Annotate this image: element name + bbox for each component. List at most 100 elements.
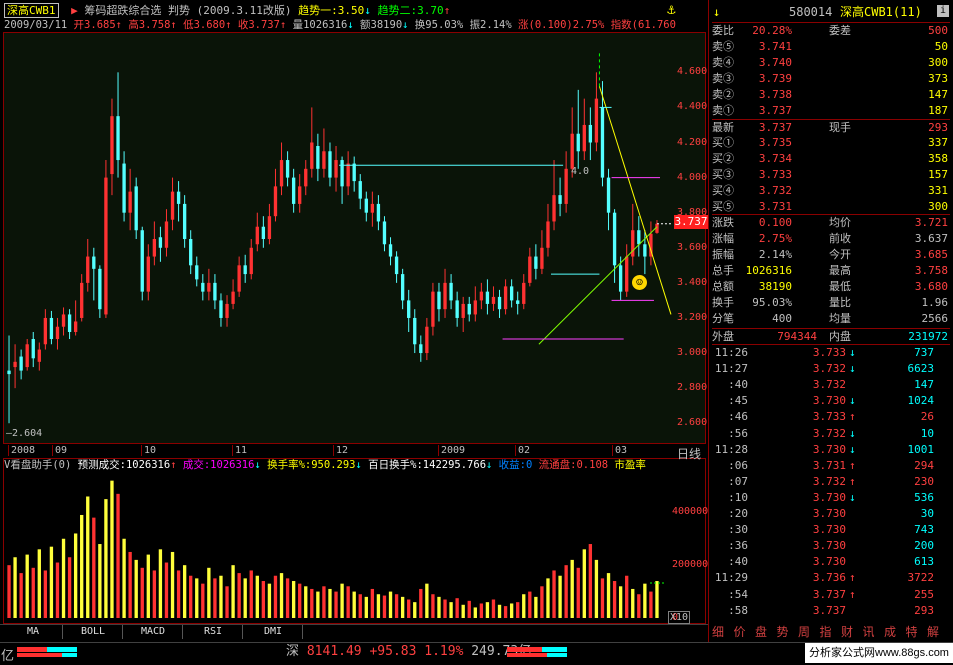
bid-row[interactable]: 买① 3.735 337 xyxy=(712,135,950,151)
inner-value: 231972 xyxy=(908,330,948,343)
stat-value: 3.685 xyxy=(914,248,948,261)
panel-tab[interactable]: 成 xyxy=(884,625,896,639)
trade-price: 3.736 xyxy=(812,571,846,585)
panel-tab[interactable]: 指 xyxy=(820,625,832,639)
ask-row[interactable]: 卖① 3.737 187 xyxy=(712,103,950,119)
bid-row[interactable]: 买② 3.734 358 xyxy=(712,151,950,167)
time-tick-label: 2008 xyxy=(8,445,35,456)
trade-time: :30 xyxy=(728,523,748,537)
trade-row: :20 3.730 30 xyxy=(712,506,950,522)
panel-tab[interactable]: 特 xyxy=(906,625,918,639)
amount-arrow: ↓ xyxy=(402,19,409,31)
stat-label: 前收 xyxy=(829,232,851,245)
stat-label: 涨跌 xyxy=(712,216,734,229)
panel-tab[interactable]: 周 xyxy=(798,625,810,639)
price-tick-label: 2.800 xyxy=(677,382,708,394)
ask-price: 3.740 xyxy=(758,56,792,69)
indicator-tab-ma[interactable]: MA xyxy=(4,625,63,639)
trade-price: 3.730 xyxy=(812,523,846,537)
trade-time: :20 xyxy=(728,507,748,520)
ask-row[interactable]: 卖⑤ 3.741 50 xyxy=(712,39,950,55)
indicator-tab-dmi[interactable]: DMI xyxy=(244,625,303,639)
time-tick-label: 09 xyxy=(52,445,67,456)
security-name[interactable]: 深高CWB1 xyxy=(4,3,59,18)
bid-row[interactable]: 买③ 3.733 157 xyxy=(712,167,950,183)
commission-ratio-label: 委比 xyxy=(712,24,734,37)
bid-row[interactable]: 买⑤ 3.731 300 xyxy=(712,199,950,215)
ask-row[interactable]: 卖④ 3.740 300 xyxy=(712,55,950,71)
trade-row: :58 3.737 293 xyxy=(712,603,950,619)
predicted-volume: 预测成交:1026316 xyxy=(77,459,171,471)
bid-volume: 157 xyxy=(928,168,948,181)
bid-price: 3.731 xyxy=(758,200,792,213)
stat-label: 总额 xyxy=(712,280,734,293)
ask-label: 卖④ xyxy=(712,56,734,69)
commission-ratio-value: 20.28% xyxy=(752,24,792,37)
trade-time: 11:27 xyxy=(714,362,748,376)
trade-time: :46 xyxy=(728,410,748,424)
hundred-arrow: ↓ xyxy=(486,459,493,471)
trade-qty: 3722 xyxy=(907,571,935,585)
trade-arrow: ↑ xyxy=(849,410,856,424)
indicator-tab-macd[interactable]: MACD xyxy=(124,625,183,639)
bar-turnover: 换95.03% xyxy=(414,19,464,31)
indicator-tab-boll[interactable]: BOLL xyxy=(64,625,123,639)
trade-qty: 293 xyxy=(914,603,934,617)
panel-tab[interactable]: 势 xyxy=(777,625,789,639)
trade-row: :56 3.732 ↓ 10 xyxy=(712,426,950,442)
time-tick-label: 10 xyxy=(141,445,156,456)
tab-strip-line xyxy=(0,624,708,625)
ask-volume: 373 xyxy=(928,72,948,85)
outer-label: 外盘 xyxy=(712,330,734,343)
trade-row: 11:29 3.736 ↑ 3722 xyxy=(712,570,950,586)
market-breadth-left xyxy=(17,647,77,657)
ask-row[interactable]: 卖③ 3.739 373 xyxy=(712,71,950,87)
panel-tab[interactable]: 讯 xyxy=(863,625,875,639)
trade-row: :46 3.733 ↑ 26 xyxy=(712,409,950,425)
stat-label: 均价 xyxy=(829,216,851,229)
volume-tick-label: 400000 xyxy=(672,506,709,518)
anchor-icon[interactable]: ⚓ xyxy=(667,2,681,18)
bid-price: 3.733 xyxy=(758,168,792,181)
security-code: 580014 xyxy=(789,5,833,19)
stat-label: 分笔 xyxy=(712,312,734,325)
panel-tab[interactable]: 价 xyxy=(734,625,746,639)
panel-tab[interactable]: 财 xyxy=(841,625,853,639)
trade-arrow: ↓ xyxy=(849,490,856,504)
ticker-change: +95.83 xyxy=(369,644,417,659)
commission-row: 委比 20.28% 委差 500 xyxy=(712,22,950,39)
stat-value: 400 xyxy=(772,312,792,325)
volume-indicator-name[interactable]: V看盘助手(0) xyxy=(4,459,71,471)
indicator-tab-rsi[interactable]: RSI xyxy=(184,625,243,639)
trade-row: 11:27 3.732 ↓ 6623 xyxy=(712,361,950,377)
trade-arrow: ↑ xyxy=(849,587,856,601)
bid-row[interactable]: 买④ 3.732 331 xyxy=(712,183,950,199)
stat-row: 总额 38190 最低 3.680 xyxy=(712,279,950,295)
trade-time: :06 xyxy=(728,458,748,472)
close-arrow: ↑ xyxy=(279,19,287,31)
panel-tab[interactable]: 盘 xyxy=(755,625,767,639)
trade-row: :54 3.737 ↑ 255 xyxy=(712,587,950,603)
trade-qty: 200 xyxy=(914,539,934,553)
trade-price: 3.731 xyxy=(812,458,846,472)
info-icon[interactable]: i xyxy=(937,5,949,17)
bar-amount: 额38190 xyxy=(360,19,403,31)
dropdown-arrow-icon[interactable]: ▶ xyxy=(71,4,78,17)
trade-price: 3.737 xyxy=(812,587,846,601)
trade-arrow: ↑ xyxy=(849,474,856,488)
bar-date: 2009/03/11 xyxy=(4,19,68,31)
watermark[interactable]: 分析家公式网www.88gs.com xyxy=(805,643,953,663)
panel-tab[interactable]: 细 xyxy=(712,625,724,639)
price-pane-frame xyxy=(3,32,706,444)
indicator-name[interactable]: 筹码超跌综合选 xyxy=(84,4,161,17)
trade-row: :10 3.730 ↓ 536 xyxy=(712,490,950,506)
period-label[interactable]: 日线 xyxy=(677,445,701,462)
ask-row[interactable]: 卖② 3.738 147 xyxy=(712,87,950,103)
stat-label: 总手 xyxy=(712,264,734,277)
anchor-small-icon[interactable]: ↓ xyxy=(713,4,720,20)
stat-label: 最低 xyxy=(829,280,851,293)
float-cap: 流通盘:0.108 xyxy=(538,459,609,471)
ticker-exchange: 深 xyxy=(286,644,300,659)
panel-tab[interactable]: 解 xyxy=(927,625,939,639)
stat-label: 量比 xyxy=(829,296,851,309)
